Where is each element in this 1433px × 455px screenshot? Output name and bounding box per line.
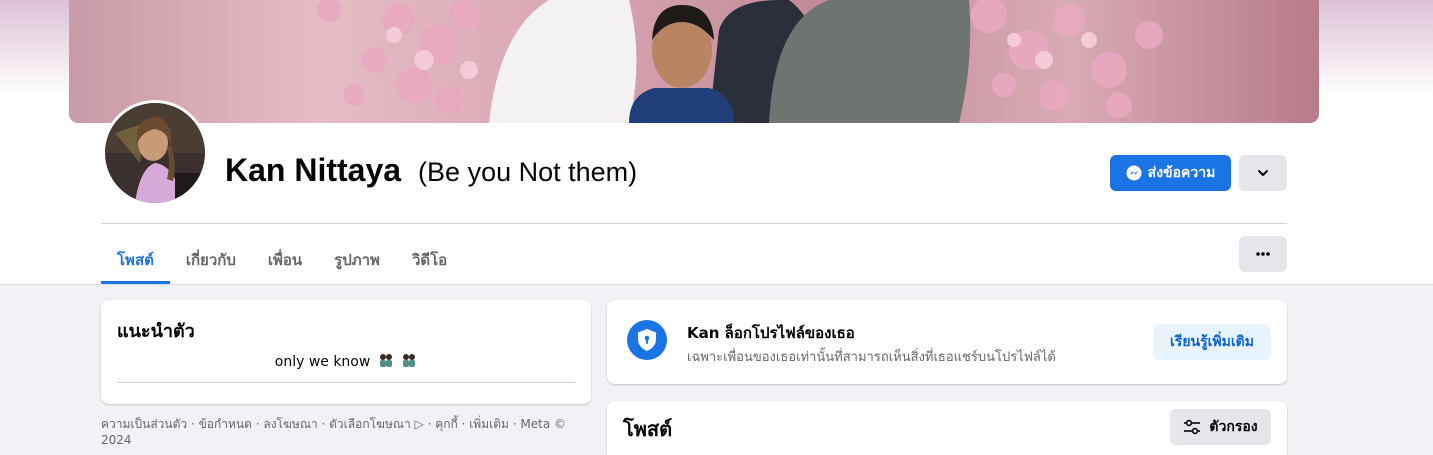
tab-friends[interactable]: เพื่อน — [252, 236, 318, 284]
tab-videos[interactable]: วิดีโอ — [396, 236, 463, 284]
profile-tabs: โพสต์ เกี่ยวกับ เพื่อน รูปภาพ วิดีโอ — [101, 236, 463, 284]
chevron-down-icon — [1258, 170, 1268, 176]
intro-bio: only we know — [274, 354, 371, 370]
messenger-icon — [1126, 165, 1142, 181]
filter-button[interactable]: ตัวกรอง — [1170, 409, 1271, 445]
profile-options-dropdown-button[interactable] — [1239, 155, 1287, 191]
intro-bio-row: only we know — [101, 352, 591, 372]
intro-title: แนะนำตัว — [117, 321, 195, 342]
shield-lock-icon — [627, 320, 667, 360]
tab-photos[interactable]: รูปภาพ — [318, 236, 396, 284]
profile-name-row: Kan Nittaya (Be you Not them) — [225, 152, 637, 189]
footer-links[interactable]: ความเป็นส่วนตัว · ข้อกำหนด · ลงโฆษณา · ต… — [101, 416, 581, 448]
learn-more-button[interactable]: เรียนรู้เพิ่มเติม — [1153, 324, 1271, 360]
locked-profile-notice: Kan ล็อกโปรไฟล์ของเธอ เฉพาะเพื่อนของเธอเ… — [607, 300, 1287, 384]
send-message-button[interactable]: ส่งข้อความ — [1110, 155, 1231, 191]
posts-title: โพสต์ — [623, 417, 673, 441]
locked-profile-title: Kan ล็อกโปรไฟล์ของเธอ — [687, 324, 855, 342]
posts-card: โพสต์ ตัวกรอง — [607, 401, 1287, 455]
locked-profile-description: เฉพาะเพื่อนของเธอเท่านั้นที่สามารถเห็นสิ… — [687, 350, 1056, 365]
tab-posts[interactable]: โพสต์ — [101, 236, 170, 284]
tab-about[interactable]: เกี่ยวกับ — [170, 236, 252, 284]
filter-label: ตัวกรอง — [1209, 419, 1258, 435]
filter-sliders-icon — [1184, 419, 1201, 435]
send-message-label: ส่งข้อความ — [1147, 165, 1216, 181]
profile-avatar[interactable] — [102, 100, 208, 206]
header-divider — [101, 223, 1287, 224]
intro-card: แนะนำตัว only we know — [101, 300, 591, 404]
people-hugging-icon — [378, 352, 394, 372]
people-hugging-icon — [401, 352, 417, 372]
profile-alternate-name: (Be you Not them) — [418, 157, 638, 187]
more-options-button[interactable] — [1239, 236, 1287, 272]
profile-name: Kan Nittaya — [225, 152, 402, 188]
profile-avatar-image — [105, 103, 205, 203]
cover-photo-image — [317, 0, 1163, 123]
profile-header: Kan Nittaya (Be you Not them) ส่งข้อความ… — [0, 0, 1433, 285]
more-horizontal-icon — [1256, 252, 1270, 256]
intro-divider — [117, 382, 575, 383]
cover-photo[interactable] — [69, 0, 1319, 123]
